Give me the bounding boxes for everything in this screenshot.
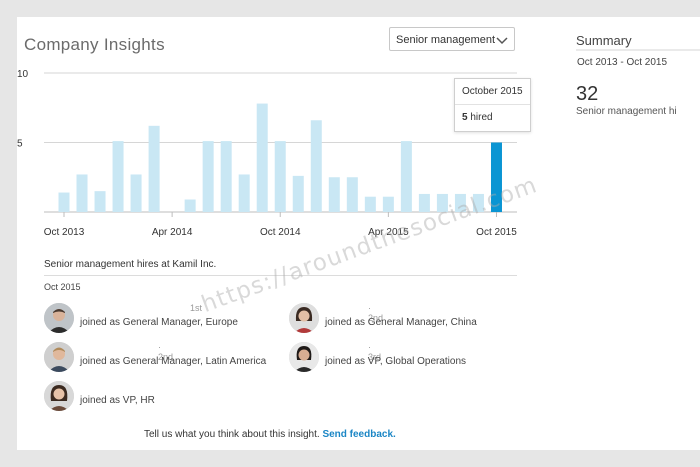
hires-month: Oct 2015 [44, 282, 81, 292]
x-tick-label: Oct 2014 [260, 227, 301, 238]
hire-description[interactable]: joined as General Manager, Europe [80, 317, 238, 328]
chart-tooltip: October 2015 5 hired [454, 78, 531, 132]
bar-mar-2014[interactable] [148, 125, 160, 212]
bar-jul-2014[interactable] [220, 141, 232, 212]
woman-portrait-icon[interactable] [289, 342, 319, 372]
bar-jan-2015[interactable] [328, 177, 340, 212]
bar-feb-2014[interactable] [130, 174, 142, 212]
hire-description[interactable]: joined as VP, HR [80, 395, 155, 406]
bar-dec-2013[interactable] [94, 191, 106, 212]
bar-oct-2013[interactable] [58, 192, 70, 212]
x-tick-label: Oct 2013 [44, 227, 85, 238]
bar-mar-2015[interactable] [364, 196, 376, 212]
bar-may-2015[interactable] [400, 141, 412, 212]
tooltip-hired: hired [470, 112, 493, 123]
feedback-line: Tell us what you think about this insigh… [144, 429, 396, 440]
woman-portrait-icon[interactable] [44, 381, 74, 411]
bar-dec-2014[interactable] [310, 120, 322, 212]
bar-may-2014[interactable] [184, 199, 196, 212]
insights-card: Company Insights Senior management Summa… [17, 17, 700, 450]
send-feedback-link[interactable]: Send feedback. [322, 429, 395, 440]
man-portrait-icon[interactable] [44, 303, 74, 333]
bar-sep-2014[interactable] [256, 103, 268, 212]
y-tick-label: 5 [17, 139, 23, 150]
tooltip-divider [455, 104, 530, 105]
hires-section-title: Senior management hires at Kamil Inc. [44, 259, 217, 270]
bar-apr-2015[interactable] [382, 196, 394, 212]
x-tick-label: Oct 2015 [476, 227, 517, 238]
bar-feb-2015[interactable] [346, 177, 358, 212]
x-tick-label: Apr 2014 [152, 227, 193, 238]
connection-degree: 1st [190, 303, 203, 313]
tooltip-month: October 2015 [462, 86, 523, 97]
man-portrait-icon[interactable] [44, 342, 74, 372]
bar-jan-2014[interactable] [112, 141, 124, 212]
bar-aug-2014[interactable] [238, 174, 250, 212]
tooltip-count: 5 [462, 112, 468, 123]
feedback-prompt: Tell us what you think about this insigh… [144, 429, 320, 440]
woman-portrait-icon[interactable] [289, 303, 319, 333]
hire-description[interactable]: joined as VP, Global Operations [325, 356, 466, 367]
bar-oct-2014[interactable] [274, 141, 286, 212]
bar-jun-2014[interactable] [202, 141, 214, 212]
bar-nov-2014[interactable] [292, 175, 304, 212]
hire-description[interactable]: joined as General Manager, China [325, 317, 477, 328]
bar-nov-2013[interactable] [76, 174, 88, 212]
y-tick-label: 10 [17, 69, 29, 80]
tooltip-count-line: 5 hired [462, 112, 493, 123]
hire-description[interactable]: joined as General Manager, Latin America [80, 356, 266, 367]
